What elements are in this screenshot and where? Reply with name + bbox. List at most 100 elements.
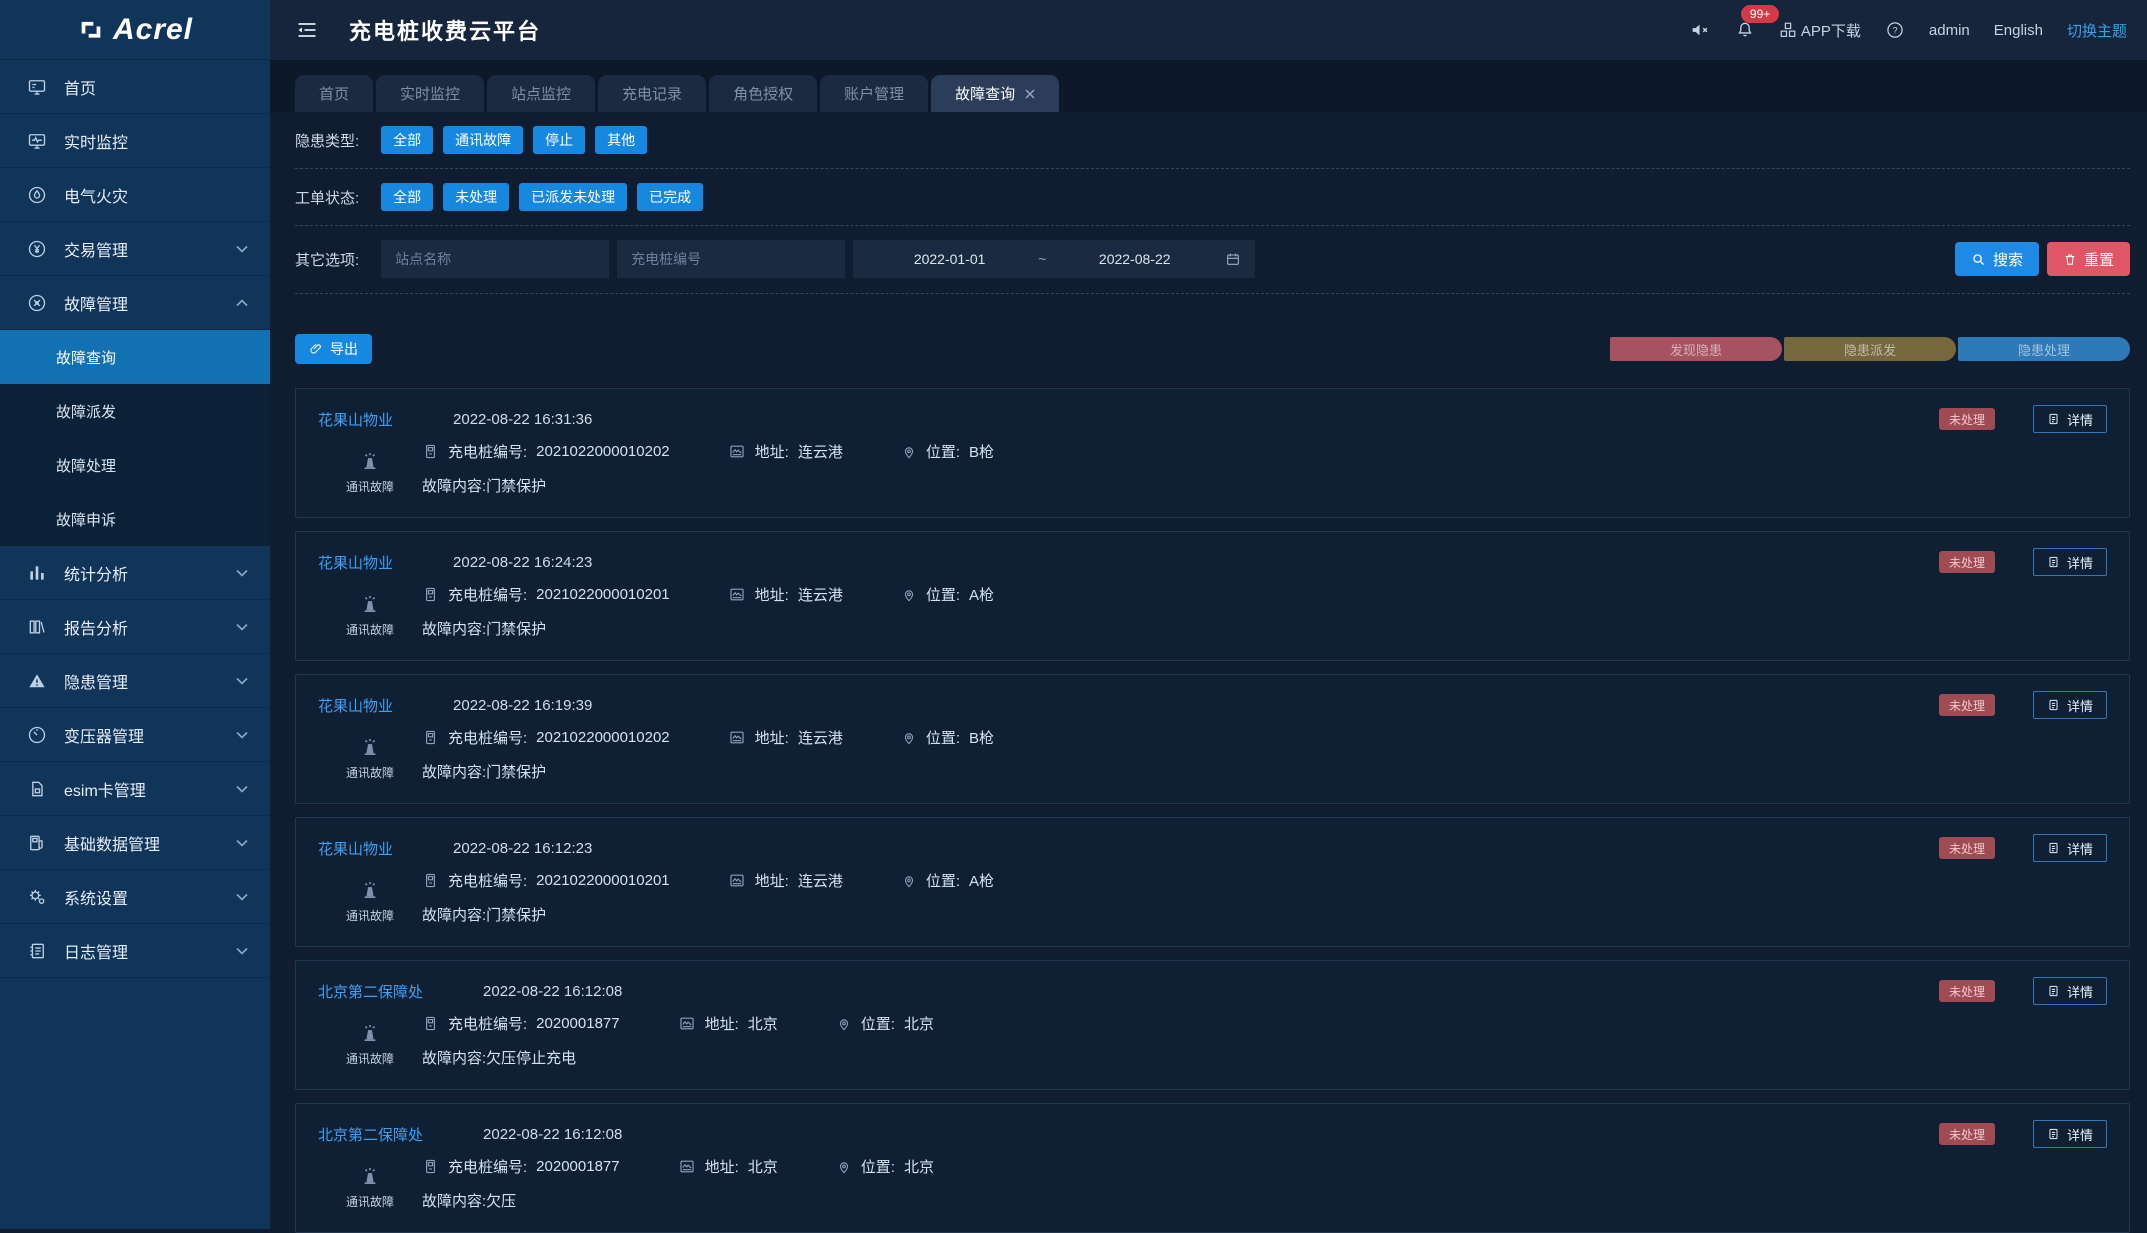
pile-no-item: 充电桩编号: 2021022000010202 [422,727,670,748]
site-link[interactable]: 北京第二保障处 [318,981,423,1002]
address-label: 地址: [755,870,789,891]
site-link[interactable]: 花果山物业 [318,552,393,573]
submenu-item-label: 故障申诉 [56,509,116,530]
sidebar-subitem-fault-appeal[interactable]: 故障申诉 [0,492,270,546]
tab-charge-records[interactable]: 充电记录 [598,75,706,112]
site-link[interactable]: 北京第二保障处 [318,1124,423,1145]
card-body: 通讯故障 充电桩编号: 2021022000010202 [318,441,2107,496]
address-value: 连云港 [798,584,843,605]
card-header-right: 未处理 详情 [1939,1120,2107,1148]
hazard-type-option-all[interactable]: 全部 [381,126,433,154]
detail-button[interactable]: 详情 [2033,1120,2107,1148]
tab-realtime-monitor[interactable]: 实时监控 [376,75,484,112]
sidebar-item-label: 日志管理 [64,939,236,963]
sidebar-item-log-mgmt[interactable]: 日志管理 [0,924,270,978]
site-link[interactable]: 花果山物业 [318,695,393,716]
position-value: B枪 [969,727,994,748]
tab-label: 账户管理 [844,83,904,104]
charging-pile-icon [422,1014,439,1033]
status-option-completed[interactable]: 已完成 [637,183,703,211]
bell-icon[interactable]: 99+ [1735,19,1755,41]
sidebar-item-esim-card-mgmt[interactable]: esim卡管理 [0,762,270,816]
position-item: 位置: A枪 [901,584,994,605]
hazard-type-option-comm-fault[interactable]: 通讯故障 [443,126,523,154]
photo-map-icon [728,729,746,746]
detail-button[interactable]: 详情 [2033,548,2107,576]
submenu-item-label: 故障查询 [56,347,116,368]
help-icon[interactable]: ? [1885,20,1905,40]
sidebar-item-transformer-mgmt[interactable]: 变压器管理 [0,708,270,762]
hazard-type-option-stop[interactable]: 停止 [533,126,585,154]
record-info-line: 充电桩编号: 2020001877 地址: 北京 [422,1013,2107,1034]
card-header: 花果山物业 2022-08-22 16:19:39 未处理 详情 [318,691,2107,719]
username[interactable]: admin [1929,22,1970,39]
status-badge: 未处理 [1939,694,1995,716]
detail-button[interactable]: 详情 [2033,405,2107,433]
reset-button[interactable]: 重置 [2047,242,2130,276]
detail-button[interactable]: 详情 [2033,834,2107,862]
fault-content: 故障内容:门禁保护 [422,618,2107,639]
card-body: 通讯故障 充电桩编号: 2020001877 [318,1156,2107,1211]
menu-collapse-icon[interactable] [295,18,319,42]
language-switch[interactable]: English [1994,22,2043,39]
sidebar-item-fault-mgmt[interactable]: 故障管理 [0,276,270,330]
photo-map-icon [678,1158,696,1175]
status-option-dispatched-unhandled[interactable]: 已派发未处理 [519,183,627,211]
detail-button[interactable]: 详情 [2033,691,2107,719]
app-download-button[interactable]: APP下载 [1779,20,1861,41]
tab-home[interactable]: 首页 [295,75,373,112]
logo: Acrel [0,0,270,60]
record-info: 充电桩编号: 2021022000010201 地址: 连云港 [422,584,2107,639]
sidebar-item-base-data-mgmt[interactable]: 基础数据管理 [0,816,270,870]
pile-no-input[interactable] [617,240,845,278]
fault-record-card: 北京第二保障处 2022-08-22 16:12:08 未处理 详情 [295,1103,2130,1233]
export-button[interactable]: 导出 [295,334,372,364]
monitor-pulse-icon [26,130,48,152]
tab-fault-query[interactable]: 故障查询 [931,75,1059,112]
submenu-item-label: 故障处理 [56,455,116,476]
detail-button-label: 详情 [2067,696,2093,715]
sidebar-subitem-fault-query[interactable]: 故障查询 [0,330,270,384]
theme-switch-link[interactable]: 切换主题 [2067,20,2127,41]
sidebar: Acrel 首页 实时监控 电气火灾 交易管理 故障管理 [0,0,270,1229]
hazard-type-option-other[interactable]: 其他 [595,126,647,154]
sidebar-item-transaction-mgmt[interactable]: 交易管理 [0,222,270,276]
tab-account-mgmt[interactable]: 账户管理 [820,75,928,112]
detail-button[interactable]: 详情 [2033,977,2107,1005]
speaker-mute-icon[interactable] [1689,19,1711,41]
tab-site-monitor[interactable]: 站点监控 [487,75,595,112]
detail-button-label: 详情 [2067,839,2093,858]
sidebar-item-home[interactable]: 首页 [0,60,270,114]
tab-role-auth[interactable]: 角色授权 [709,75,817,112]
sidebar-item-report-analysis[interactable]: 报告分析 [0,600,270,654]
status-badge: 未处理 [1939,1123,1995,1145]
date-range-picker[interactable]: 2022-01-01 ~ 2022-08-22 [853,240,1255,278]
chevron-down-icon [236,893,248,901]
sidebar-item-hazard-mgmt[interactable]: 隐患管理 [0,654,270,708]
wrench-circle-icon [26,292,48,314]
site-link[interactable]: 花果山物业 [318,838,393,859]
sidebar-subitem-fault-handle[interactable]: 故障处理 [0,438,270,492]
search-button[interactable]: 搜索 [1955,242,2039,276]
sidebar-item-electrical-fire[interactable]: 电气火灾 [0,168,270,222]
sidebar-subitem-fault-dispatch[interactable]: 故障派发 [0,384,270,438]
sidebar-item-system-settings[interactable]: 系统设置 [0,870,270,924]
status-option-all[interactable]: 全部 [381,183,433,211]
card-header-right: 未处理 详情 [1939,405,2107,433]
site-link[interactable]: 花果山物业 [318,409,393,430]
work-order-status-label: 工单状态: [295,187,359,208]
record-time: 2022-08-22 16:24:23 [453,554,592,571]
fault-type-label: 通讯故障 [346,907,394,924]
date-separator: ~ [1032,251,1052,267]
sidebar-item-stats-analysis[interactable]: 统计分析 [0,546,270,600]
record-info-line: 充电桩编号: 2021022000010201 地址: 连云港 [422,584,2107,605]
record-info: 充电桩编号: 2021022000010202 地址: 连云港 [422,441,2107,496]
sidebar-item-realtime-monitor[interactable]: 实时监控 [0,114,270,168]
tab-strip: 首页 实时监控 站点监控 充电记录 角色授权 账户管理 故障查询 [270,60,2147,112]
status-option-unhandled[interactable]: 未处理 [443,183,509,211]
site-name-input[interactable] [381,240,609,278]
fault-type: 通讯故障 [318,1156,422,1211]
position-item: 位置: B枪 [901,441,994,462]
close-icon[interactable] [1025,89,1035,99]
pile-no-label: 充电桩编号: [448,584,527,605]
